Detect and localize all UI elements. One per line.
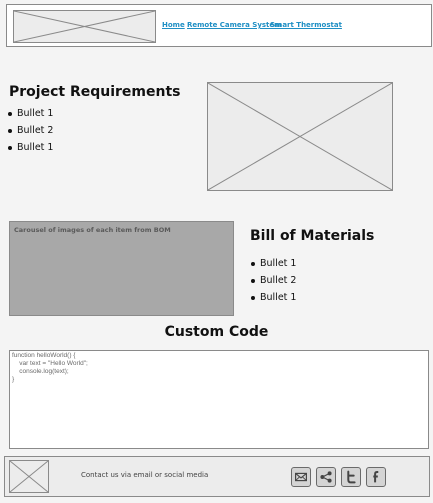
share-icon[interactable] — [316, 467, 336, 487]
requirements-heading: Project Requirements — [9, 84, 181, 100]
list-item: Bullet 1 — [7, 105, 53, 122]
logo-image — [13, 10, 156, 43]
footer-logo-image — [9, 460, 49, 493]
contact-text: Contact us via email or social media — [81, 471, 209, 479]
nav-smart-thermostat-link[interactable]: Smart Thermostat — [270, 21, 342, 29]
footer: Contact us via email or social media — [4, 456, 430, 497]
project-image — [207, 82, 393, 191]
requirements-list: Bullet 1 Bullet 2 Bullet 1 — [7, 105, 53, 156]
bom-heading: Bill of Materials — [250, 228, 375, 244]
code-heading: Custom Code — [164, 324, 269, 340]
list-item: Bullet 1 — [250, 289, 296, 306]
code-line: console.log(text); — [12, 368, 69, 375]
nav-home-link[interactable]: Home — [162, 21, 185, 29]
email-icon[interactable] — [291, 467, 311, 487]
bom-carousel[interactable]: Carousel of images of each item from BOM — [9, 221, 234, 316]
nav-remote-camera-link[interactable]: Remote Camera System — [187, 21, 281, 29]
list-item: Bullet 2 — [250, 272, 296, 289]
twitter-icon[interactable] — [341, 467, 361, 487]
facebook-icon[interactable] — [366, 467, 386, 487]
list-item: Bullet 1 — [250, 255, 296, 272]
carousel-caption: Carousel of images of each item from BOM — [14, 226, 171, 234]
code-line: } — [12, 376, 15, 383]
header: Home Remote Camera System Smart Thermost… — [6, 4, 432, 47]
bom-list: Bullet 1 Bullet 2 Bullet 1 — [250, 255, 296, 306]
list-item: Bullet 1 — [7, 139, 53, 156]
list-item: Bullet 2 — [7, 122, 53, 139]
code-line: var text = "Hello World"; — [12, 360, 88, 367]
code-line: function helloWorld() { — [12, 352, 76, 359]
code-block: function helloWorld() { var text = "Hell… — [9, 350, 429, 449]
